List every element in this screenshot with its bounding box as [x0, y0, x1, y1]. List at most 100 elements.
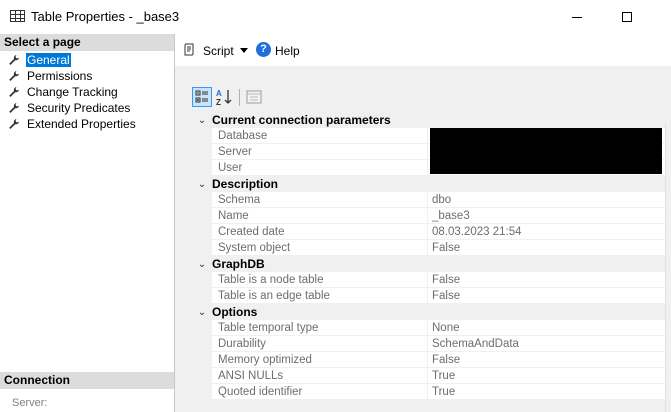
property-name: Quoted identifier: [212, 384, 428, 400]
property-name: Database: [212, 128, 428, 144]
row-gutter: [192, 208, 212, 224]
page-item-label: Extended Properties: [27, 117, 136, 131]
window-title: Table Properties - _base3: [31, 9, 180, 24]
page-sidebar: Select a page General Permissions Change T…: [0, 34, 175, 412]
property-name: Name: [212, 208, 428, 224]
row-gutter: [192, 160, 212, 176]
row-gutter: [192, 144, 212, 160]
property-name: Table temporal type: [212, 320, 428, 336]
page-item-extended-properties[interactable]: Extended Properties: [0, 116, 174, 132]
help-button[interactable]: Help: [275, 44, 300, 58]
category-row[interactable]: ⌄ Description: [192, 176, 671, 192]
property-name: Table is an edge table: [212, 288, 428, 304]
property-name: Table is a node table: [212, 272, 428, 288]
property-value: SchemaAndData: [428, 336, 671, 352]
select-page-header: Select a page: [0, 34, 174, 51]
wrench-icon: [8, 70, 20, 82]
main-panel: Script ? Help A Z ⌄ Current connection p…: [175, 34, 671, 412]
redacted-region: [430, 128, 662, 174]
category-label: GraphDB: [212, 257, 265, 271]
table-icon: [10, 10, 25, 22]
wrench-icon: [8, 86, 20, 98]
page-item-change-tracking[interactable]: Change Tracking: [0, 84, 174, 100]
categorized-icon: [195, 90, 208, 103]
property-row[interactable]: Table is a node table False: [192, 272, 671, 288]
page-item-general[interactable]: General: [0, 52, 174, 68]
property-name: Durability: [212, 336, 428, 352]
row-gutter: [192, 240, 212, 256]
script-button[interactable]: Script: [203, 44, 234, 58]
alphabetical-sort-button[interactable]: A Z: [215, 87, 235, 107]
property-value: 08.03.2023 21:54: [428, 224, 671, 240]
property-name: Memory optimized: [212, 352, 428, 368]
category-row[interactable]: ⌄ Options: [192, 304, 671, 320]
maximize-button[interactable]: [604, 0, 650, 34]
property-value: False: [428, 240, 671, 256]
page-item-label: Permissions: [27, 69, 93, 83]
property-row[interactable]: Created date 08.03.2023 21:54: [192, 224, 671, 240]
property-name: Schema: [212, 192, 428, 208]
category-row[interactable]: ⌄ Current connection parameters: [192, 112, 671, 128]
category-label: Description: [212, 177, 279, 191]
page-item-permissions[interactable]: Permissions: [0, 68, 174, 84]
row-gutter: [192, 320, 212, 336]
category-label: Options: [212, 305, 258, 319]
property-value: False: [428, 272, 671, 288]
property-name: ANSI NULLs: [212, 368, 428, 384]
property-row[interactable]: Quoted identifier True: [192, 384, 671, 400]
property-name: Created date: [212, 224, 428, 240]
property-value: None: [428, 320, 671, 336]
minimize-button[interactable]: [554, 0, 600, 34]
connection-header: Connection: [0, 372, 174, 389]
collapse-icon[interactable]: ⌄: [192, 115, 212, 126]
property-name: Server: [212, 144, 428, 160]
page-list: General Permissions Change Tracking Securit…: [0, 52, 174, 132]
server-label: Server:: [12, 397, 48, 409]
categorized-button[interactable]: [192, 87, 212, 107]
row-gutter: [192, 384, 212, 400]
sort-az-icon: A Z: [216, 89, 232, 107]
row-gutter: [192, 272, 212, 288]
property-row[interactable]: Schema dbo: [192, 192, 671, 208]
property-value: dbo: [428, 192, 671, 208]
property-value: True: [428, 368, 671, 384]
title-bar: Table Properties - _base3: [0, 0, 671, 34]
property-row[interactable]: System object False: [192, 240, 671, 256]
row-gutter: [192, 128, 212, 144]
property-row[interactable]: Table temporal type None: [192, 320, 671, 336]
property-row[interactable]: ANSI NULLs True: [192, 368, 671, 384]
property-row[interactable]: Table is an edge table False: [192, 288, 671, 304]
property-value: False: [428, 352, 671, 368]
page-item-label: Security Predicates: [27, 101, 131, 115]
toolbar: Script ? Help: [175, 34, 671, 66]
collapse-icon[interactable]: ⌄: [192, 179, 212, 190]
page-item-label: Change Tracking: [27, 85, 118, 99]
collapse-icon[interactable]: ⌄: [192, 259, 212, 270]
collapse-icon[interactable]: ⌄: [192, 307, 212, 318]
property-row[interactable]: Name _base3: [192, 208, 671, 224]
svg-text:Z: Z: [216, 98, 221, 107]
property-name: System object: [212, 240, 428, 256]
property-value: False: [428, 288, 671, 304]
minimize-icon: [572, 16, 582, 18]
property-grid-toolbar: A Z: [192, 87, 272, 109]
help-icon[interactable]: ?: [256, 42, 271, 57]
scrollbar[interactable]: [665, 122, 671, 412]
wrench-icon: [8, 118, 20, 130]
row-gutter: [192, 368, 212, 384]
maximize-icon: [622, 12, 632, 22]
property-row[interactable]: Memory optimized False: [192, 352, 671, 368]
row-gutter: [192, 336, 212, 352]
chevron-down-icon[interactable]: [240, 48, 248, 53]
page-item-security-predicates[interactable]: Security Predicates: [0, 100, 174, 116]
row-gutter: [192, 192, 212, 208]
script-icon[interactable]: [184, 43, 195, 56]
category-row[interactable]: ⌄ GraphDB: [192, 256, 671, 272]
property-value: _base3: [428, 208, 671, 224]
row-gutter: [192, 352, 212, 368]
svg-text:A: A: [216, 89, 222, 98]
property-pages-button[interactable]: [244, 87, 264, 107]
wrench-icon: [8, 102, 20, 114]
property-pages-icon: [246, 90, 262, 104]
property-row[interactable]: Durability SchemaAndData: [192, 336, 671, 352]
